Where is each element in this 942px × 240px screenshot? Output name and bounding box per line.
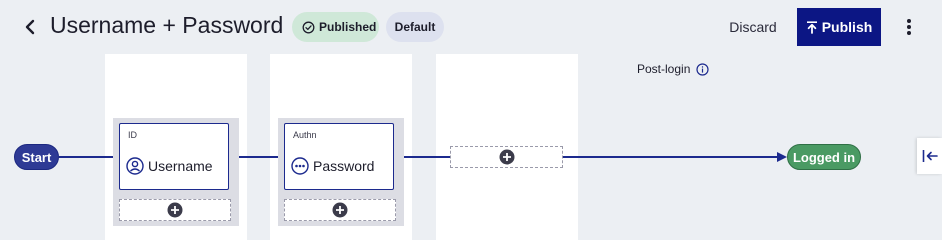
status-badge: Published (292, 12, 379, 42)
publish-label: Publish (821, 19, 873, 35)
step-kind-label: Authn (293, 130, 317, 140)
info-icon[interactable] (696, 62, 709, 76)
logged-in-node[interactable]: Logged in (787, 144, 861, 170)
step-card-password[interactable]: Authn Password (284, 123, 394, 190)
more-options-button[interactable] (897, 14, 921, 40)
publish-icon (806, 20, 818, 34)
step-group: Authn Password (278, 118, 404, 226)
start-node[interactable]: Start (14, 144, 59, 170)
plus-circle-icon (499, 149, 514, 165)
add-step-button[interactable] (450, 146, 563, 168)
collapse-panel-icon (922, 150, 938, 162)
step-label: Username (148, 158, 213, 174)
back-button[interactable] (18, 14, 42, 40)
page-title: Username + Password (50, 12, 284, 38)
flow-connector (563, 156, 779, 158)
plus-circle-icon (167, 202, 183, 218)
discard-button[interactable]: Discard (722, 10, 784, 44)
flow-canvas: Post-login Start ID Username Authn Passw… (0, 54, 942, 240)
add-step-button[interactable] (284, 199, 396, 221)
default-badge: Default (386, 12, 444, 42)
page-header: Username + Password Published Default Di… (0, 0, 942, 54)
step-kind-label: ID (128, 130, 137, 140)
plus-circle-icon (332, 202, 348, 218)
post-login-label: Post-login (637, 62, 691, 76)
panel-toggle-button[interactable] (917, 138, 942, 174)
check-circle-icon (302, 21, 315, 34)
password-icon (291, 157, 309, 175)
chevron-left-icon (25, 19, 35, 35)
step-label: Password (313, 158, 375, 174)
post-login-section: Post-login (637, 62, 709, 76)
step-card-username[interactable]: ID Username (119, 123, 229, 190)
user-icon (126, 157, 144, 175)
flow-connector (59, 156, 119, 158)
step-group: ID Username (113, 118, 239, 226)
publish-button[interactable]: Publish (797, 8, 881, 46)
add-step-button[interactable] (119, 199, 231, 221)
status-badge-label: Published (319, 20, 377, 34)
more-vertical-icon (907, 19, 911, 35)
